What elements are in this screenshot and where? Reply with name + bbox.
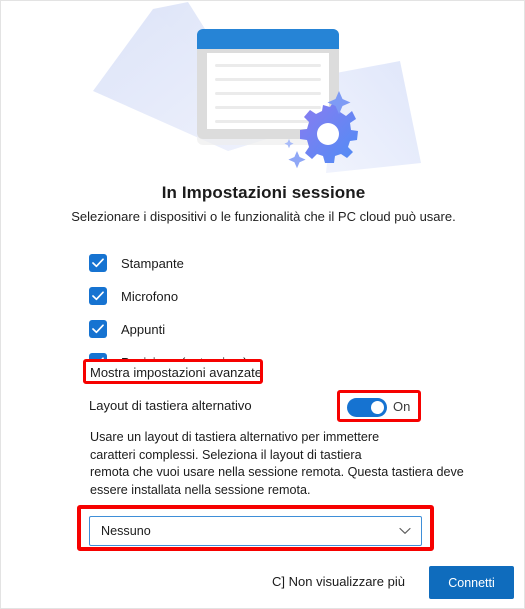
check-icon: [92, 324, 104, 334]
keyboard-toggle-highlight: On: [337, 390, 421, 422]
page-title: In Impostazioni sessione: [161, 183, 366, 202]
checkbox-microfono[interactable]: [89, 287, 107, 305]
page-subtitle: Selezionare i dispositivi o le funzional…: [71, 209, 456, 224]
session-settings-illustration: [1, 1, 524, 181]
advanced-settings-highlight: Mostra impostazioni avanzate n: [83, 359, 263, 384]
keyboard-description-line-3: remota che vuoi usare nella sessione rem…: [90, 465, 464, 479]
show-advanced-settings-link[interactable]: Mostra impostazioni avanzate n: [90, 365, 260, 380]
toggle-knob: [371, 401, 384, 414]
paper-line: [215, 106, 321, 109]
checkbox-label-stampante: Stampante: [121, 255, 184, 271]
sparkle-icon: [288, 151, 306, 169]
checkbox-row-stampante[interactable]: Stampante: [89, 249, 419, 277]
keyboard-layout-selected-value: Nessuno: [101, 524, 151, 538]
keyboard-description-line-1: Usare un layout di tastiera alternativo …: [90, 430, 380, 444]
keyboard-description: Usare un layout di tastiera alternativo …: [90, 429, 510, 499]
checkbox-label-appunti: Appunti: [121, 321, 166, 337]
check-icon: [92, 291, 104, 301]
paper-line: [215, 92, 321, 95]
alternate-keyboard-toggle[interactable]: [347, 398, 387, 417]
toggle-state-label: On: [393, 399, 411, 414]
window-titlebar: [197, 29, 339, 49]
illustration-svg: [93, 2, 421, 173]
keyboard-description-line-2: caratteri complessi. Seleziona il layout…: [90, 447, 362, 462]
keyboard-layout-dropdown[interactable]: Nessuno: [89, 516, 422, 546]
paper-line: [215, 64, 321, 67]
checkbox-label-microfono: Microfono: [121, 288, 179, 304]
alternate-keyboard-label: Layout di tastiera alternativo: [89, 398, 252, 413]
checkbox-stampante[interactable]: [89, 254, 107, 272]
keyboard-dropdown-highlight: Nessuno: [77, 505, 434, 551]
checkbox-row-appunti[interactable]: Appunti: [89, 315, 419, 343]
paper-line: [215, 78, 321, 81]
session-settings-dialog: In Impostazioni sessione Selezionare i d…: [0, 0, 525, 609]
dont-show-again-checkbox[interactable]: C] Non visualizzare più: [272, 574, 405, 589]
chevron-down-icon: [399, 527, 411, 534]
checkbox-row-microfono[interactable]: Microfono: [89, 282, 419, 310]
keyboard-description-line-4: essere installata nella sessione remota.: [90, 482, 311, 497]
connect-button[interactable]: Connetti: [429, 566, 514, 599]
checkbox-appunti[interactable]: [89, 320, 107, 338]
paper-line: [215, 120, 321, 123]
check-icon: [92, 258, 104, 268]
